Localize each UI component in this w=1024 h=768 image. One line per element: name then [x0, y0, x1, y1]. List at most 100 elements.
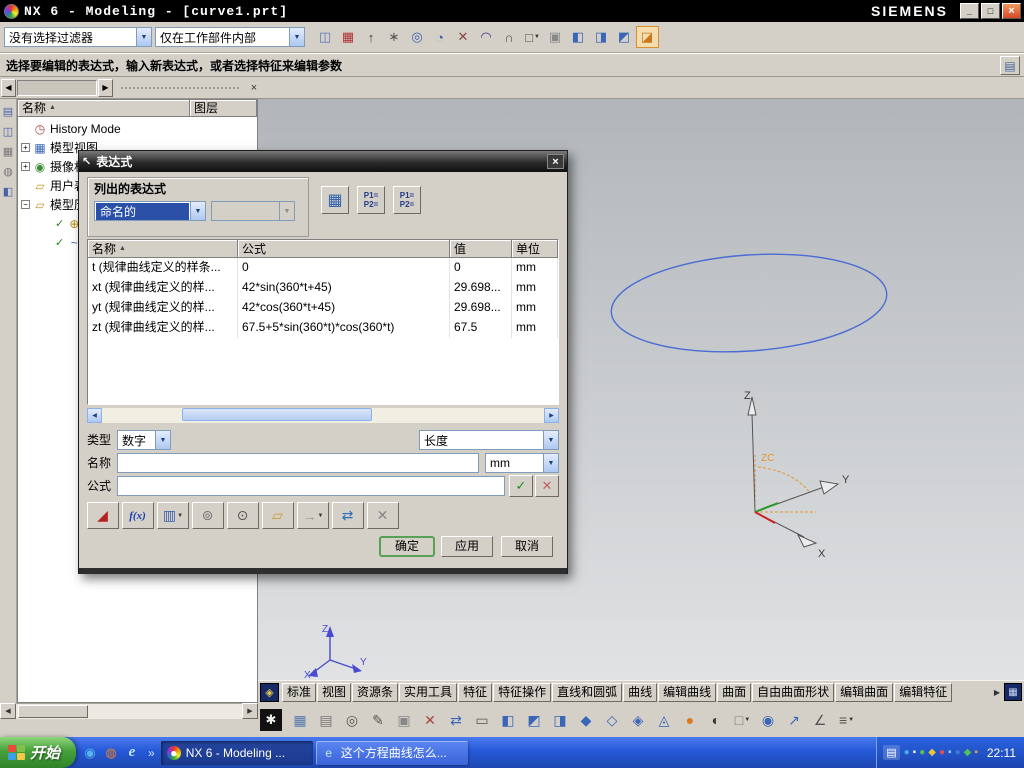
cube-top-icon[interactable]: ◩ — [522, 708, 547, 732]
intersection-snap-icon[interactable]: ✕ — [452, 26, 475, 48]
name-column-header[interactable]: 名称 ▲ — [18, 100, 190, 117]
ribbon-tab[interactable]: 特征 — [458, 682, 493, 702]
chevron-down-icon[interactable]: ▼ — [543, 431, 558, 449]
law-curve-ellipse[interactable] — [608, 245, 890, 360]
ribbon-tab[interactable]: 曲面 — [717, 682, 752, 702]
render-sphere-icon[interactable]: ● — [678, 708, 703, 732]
midpoint-snap-icon[interactable]: ∗ — [383, 26, 406, 48]
arrow-up-right-icon[interactable]: ↗ — [782, 708, 807, 732]
expression-row[interactable]: zt (规律曲线定义的样... 67.5+5*sin(360*t)*cos(36… — [88, 318, 558, 338]
chevron-down-icon[interactable]: ▼ — [155, 431, 170, 449]
toolbar-drag-handle[interactable] — [121, 86, 239, 89]
value-view-icon[interactable]: P1= P2= — [393, 186, 421, 214]
tray-icon-4[interactable]: ◆ — [928, 747, 936, 758]
scroll-right-icon[interactable]: ▶ — [242, 703, 258, 719]
interpart-reference-icon[interactable]: ⊚ — [192, 502, 224, 529]
tangent-snap-icon[interactable]: ∩ — [498, 26, 521, 48]
tray-icon-9[interactable]: ▪ — [974, 747, 978, 758]
scrollbar-thumb[interactable] — [182, 408, 372, 421]
cube-iso-icon[interactable]: ◆ — [574, 708, 599, 732]
dialog-close-button[interactable]: × — [547, 154, 564, 169]
information-panel-icon[interactable]: ▤ — [1000, 56, 1020, 75]
expander-icon[interactable]: − — [21, 200, 30, 209]
ribbon-tab[interactable]: 实用工具 — [399, 682, 458, 702]
endpoint-snap-icon[interactable]: ↑ — [360, 26, 383, 48]
datum-angle-icon[interactable]: ∠ — [808, 708, 833, 732]
restore-button[interactable]: □ — [981, 3, 1000, 19]
ribbon-tab[interactable]: 编辑曲面 — [835, 682, 894, 702]
ribbon-tab[interactable]: 编辑特征 — [894, 682, 953, 702]
scrollbar-track[interactable] — [102, 408, 544, 423]
work-part-icon[interactable]: ◫ — [314, 26, 337, 48]
shaded-wireframe-icon[interactable]: ◐ — [704, 708, 729, 732]
chevron-down-icon[interactable]: ▼ — [190, 202, 205, 220]
chevron-down-icon[interactable]: ▼ — [136, 28, 151, 46]
arc-snap-icon[interactable]: ◠ — [475, 26, 498, 48]
center-snap-icon[interactable]: ◎ — [406, 26, 429, 48]
scroll-left-icon[interactable]: ◀ — [87, 408, 102, 423]
layer-column-header[interactable]: 图层 — [190, 100, 257, 117]
back-button[interactable]: ◀ — [1, 78, 16, 97]
dimension-combo[interactable]: 长度 ▼ — [419, 430, 559, 450]
close-toolbar-icon[interactable]: × — [247, 81, 261, 95]
ribbon-tab[interactable]: 编辑曲线 — [658, 682, 717, 702]
history-palette-icon[interactable]: ◍ — [3, 167, 13, 178]
no-autoupdate-icon[interactable]: ◢ — [87, 502, 119, 529]
general-object-icon[interactable]: ▣ — [544, 26, 567, 48]
background-color-icon[interactable]: □ ▼ — [730, 708, 755, 732]
cube-bottom-icon[interactable]: ◬ — [652, 708, 677, 732]
shaded-view-icon[interactable]: ◪ — [636, 26, 659, 48]
gear-icon[interactable]: ✱ — [260, 709, 282, 731]
cube-trimetric-icon[interactable]: ◇ — [600, 708, 625, 732]
chevron-down-icon[interactable]: ▼ — [543, 454, 558, 472]
interpart-find-icon[interactable]: ⊙ — [227, 502, 259, 529]
ribbon-tab[interactable]: 曲线 — [623, 682, 658, 702]
toolbar-options-icon[interactable]: ▦ — [1004, 683, 1022, 701]
object-display-icon[interactable]: ▣ — [392, 708, 417, 732]
name-column-header[interactable]: 名称 ▲ — [88, 240, 238, 258]
quick-launch-overflow-icon[interactable]: » — [148, 746, 155, 760]
close-button[interactable]: × — [1002, 3, 1021, 19]
start-button[interactable]: 开始 — [0, 737, 77, 768]
tray-icon-2[interactable]: ▪ — [913, 747, 917, 758]
edit-pencil-icon[interactable]: ✎ — [366, 708, 391, 732]
tray-icon-7[interactable]: ● — [955, 747, 961, 758]
expression-formula-input[interactable] — [117, 476, 505, 496]
ribbon-tab[interactable]: 自由曲面形状 — [752, 682, 835, 702]
formula-view-icon[interactable]: P1= P2= — [357, 186, 385, 214]
ribbon-tab[interactable]: 视图 — [317, 682, 352, 702]
selection-scope-combo[interactable]: 仅在工作部件内部 ▼ — [155, 27, 305, 47]
language-bar-icon[interactable]: ▤ — [883, 745, 900, 760]
ok-button[interactable]: 确定 — [379, 536, 435, 557]
layers-icon[interactable]: ▤ — [314, 708, 339, 732]
dialog-titlebar[interactable]: ↖ 表达式 × — [79, 151, 567, 172]
tray-icon-8[interactable]: ◆ — [964, 747, 972, 758]
scroll-left-icon[interactable]: ◀ — [0, 703, 16, 719]
table-hscrollbar[interactable]: ◀ ▶ — [87, 408, 559, 423]
update-values-icon[interactable]: ⇄ — [332, 502, 364, 529]
scroll-right-icon[interactable]: ▶ — [544, 408, 559, 423]
view-cube-front-icon[interactable]: ◧ — [567, 26, 590, 48]
reject-edit-button[interactable]: ✕ — [535, 475, 559, 497]
listed-expressions-combo[interactable]: 命名的 ▼ — [94, 201, 206, 221]
display-grid-icon[interactable]: ▦ — [288, 708, 313, 732]
ribbon-tab[interactable]: 资源条 — [352, 682, 399, 702]
view-cube-side-icon[interactable]: ◨ — [590, 26, 613, 48]
reuse-library-icon[interactable]: ▦ — [3, 147, 13, 158]
tree-item[interactable]: ◷ History Mode — [18, 119, 257, 138]
more-tools-icon[interactable]: ≡ ▼ — [834, 708, 859, 732]
selection-rect-icon[interactable]: □ ▼ — [521, 26, 544, 48]
taskbar-task[interactable]: ● NX 6 - Modeling ... — [160, 740, 313, 765]
export-expressions-icon[interactable]: → ▼ — [297, 502, 329, 529]
part-navigator-icon[interactable]: ◫ — [3, 127, 13, 138]
edit-in-spreadsheet-icon[interactable]: ▦ — [321, 186, 349, 214]
forward-button[interactable]: ▶ — [98, 78, 113, 97]
ribbon-tab[interactable]: 直线和圆弧 — [552, 682, 623, 702]
more-tabs-icon[interactable]: ▶ — [991, 688, 1003, 697]
swap-view-icon[interactable]: ⇄ — [444, 708, 469, 732]
unit-combo[interactable]: mm ▼ — [485, 453, 559, 473]
firefox-icon[interactable]: ◍ — [102, 744, 120, 762]
roles-icon[interactable]: ◧ — [3, 187, 13, 198]
selection-filter-combo[interactable]: 没有选择过滤器 ▼ — [4, 27, 152, 47]
chevron-down-icon[interactable]: ▼ — [289, 28, 304, 46]
